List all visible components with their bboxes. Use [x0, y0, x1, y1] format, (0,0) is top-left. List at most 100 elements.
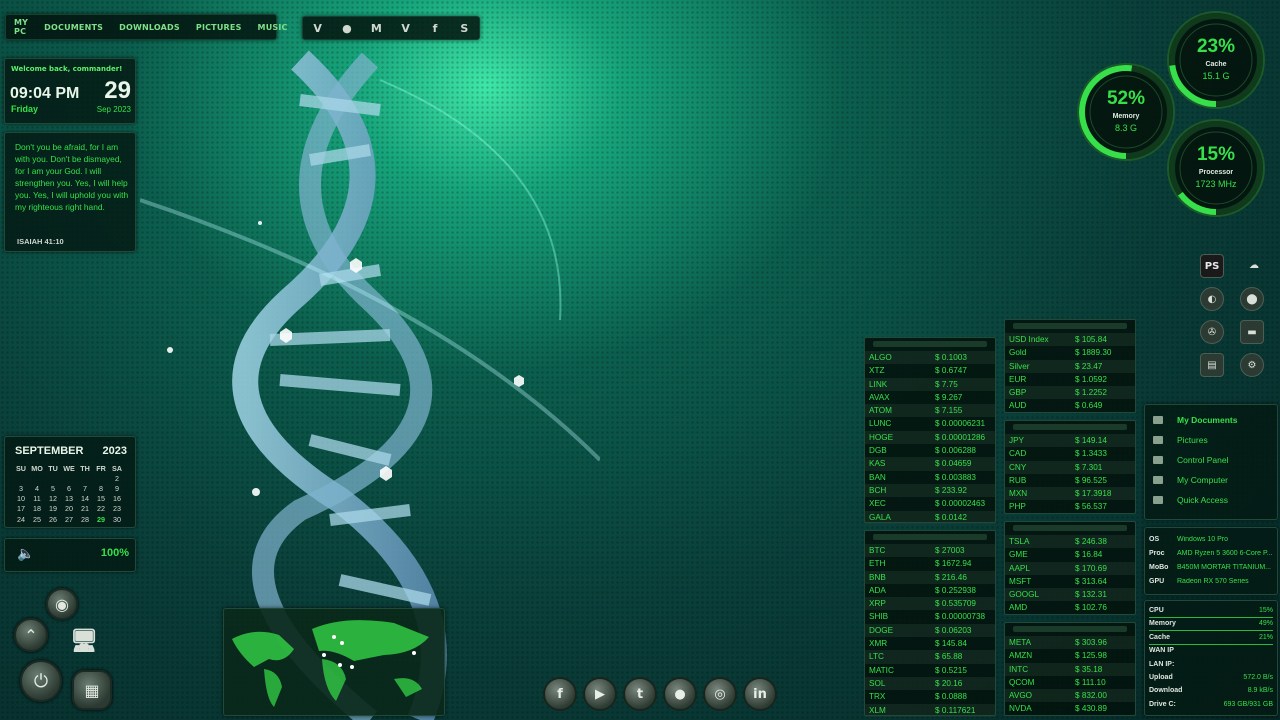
nav-pictures[interactable]: PICTURES: [188, 23, 250, 32]
calendar-day[interactable]: 20: [61, 504, 77, 514]
calendar-day[interactable]: [61, 473, 77, 483]
ticker-value: $ 65.88: [935, 652, 963, 662]
nav-my-pc[interactable]: MY PC: [6, 18, 36, 36]
ticker-row: XMR $ 145.84: [865, 637, 995, 650]
ticker-value: $ 0.04659: [935, 459, 972, 469]
calendar-day[interactable]: 2: [109, 473, 125, 483]
calendar-day[interactable]: 29: [93, 514, 109, 524]
calendar-day[interactable]: 24: [13, 514, 29, 524]
calendar-day[interactable]: 3: [13, 483, 29, 493]
speaker-icon[interactable]: 🔈: [17, 546, 34, 562]
twitter-icon[interactable]: t: [623, 677, 657, 711]
ticker-row: BCH $ 233.92: [865, 483, 995, 498]
calendar-day[interactable]: 16: [109, 494, 125, 504]
keyboard-icon[interactable]: ▦: [72, 670, 112, 710]
stocks-ticker-1: TSLA $ 246.38 GME $ 16.84 AAPL $ 170.69 MSFT $ …: [1004, 521, 1136, 615]
calendar-day[interactable]: 21: [77, 504, 93, 514]
calendar-day[interactable]: [13, 473, 29, 483]
youtube-icon[interactable]: ▶: [583, 677, 617, 711]
calendar-day[interactable]: 9: [109, 483, 125, 493]
ticker-value: $ 430.89: [1075, 704, 1107, 714]
quick-link-my-computer[interactable]: My Computer: [1153, 475, 1228, 485]
facebook-icon[interactable]: f: [543, 677, 577, 711]
calendar-day[interactable]: 15: [93, 494, 109, 504]
ticker-value: $ 313.64: [1075, 576, 1107, 586]
calendar-day[interactable]: 26: [45, 514, 61, 524]
volume-widget[interactable]: 🔈 100%: [4, 538, 136, 572]
nav-music[interactable]: MUSIC: [250, 23, 296, 32]
ticker-row: AUD $ 0.649: [1005, 399, 1135, 412]
vine-icon[interactable]: V: [398, 22, 414, 35]
netinfo-value: 21%: [1258, 633, 1273, 641]
calendar-day[interactable]: 22: [93, 504, 109, 514]
calendar-day[interactable]: 23: [109, 504, 125, 514]
steam-icon[interactable]: ⚙: [1240, 353, 1264, 377]
calendar-day[interactable]: [29, 473, 45, 483]
notes-icon[interactable]: ▤: [1200, 353, 1224, 377]
calendar-day[interactable]: [93, 473, 109, 483]
calendar-day[interactable]: 6: [61, 483, 77, 493]
ticker-symbol: AMZN: [1009, 651, 1033, 661]
nav-documents[interactable]: DOCUMENTS: [36, 23, 111, 32]
reddit-icon[interactable]: ●: [663, 677, 697, 711]
calendar-day[interactable]: 14: [77, 494, 93, 504]
ticker-header-bar: [1013, 323, 1127, 329]
facebook-icon[interactable]: f: [427, 22, 443, 35]
hard-drive-icon[interactable]: ▬: [1240, 320, 1264, 344]
calendar-day[interactable]: 18: [29, 504, 45, 514]
calendar-day[interactable]: [45, 473, 61, 483]
calendar-day[interactable]: 19: [45, 504, 61, 514]
ticker-value: $ 145.84: [935, 639, 967, 649]
calendar-day[interactable]: 4: [29, 483, 45, 493]
weekday-header: FR: [96, 463, 106, 473]
quick-link-quick-access[interactable]: Quick Access: [1153, 495, 1228, 505]
calendar-day[interactable]: 13: [61, 494, 77, 504]
currency-ticker: JPY $ 149.14 CAD $ 1.3433 CNY $ 7.301 RUB $ 96.…: [1004, 420, 1136, 514]
quick-link-control-panel[interactable]: Control Panel: [1153, 455, 1229, 465]
vimeo-icon[interactable]: V: [310, 22, 326, 35]
calendar-day[interactable]: 12: [45, 494, 61, 504]
quick-link-my-documents[interactable]: My Documents: [1153, 415, 1237, 425]
nav-downloads[interactable]: DOWNLOADS: [111, 23, 188, 32]
calendar-day[interactable]: 27: [61, 514, 77, 524]
calendar-day[interactable]: 5: [45, 483, 61, 493]
clock-time: 09:04 PM: [10, 85, 80, 102]
ticker-symbol: MATIC: [869, 665, 894, 675]
fan-icon[interactable]: ✇: [1200, 320, 1224, 344]
calendar-day[interactable]: 17: [13, 504, 29, 514]
quick-link-pictures[interactable]: Pictures: [1153, 435, 1208, 445]
netinfo-row: Cache 21%: [1149, 634, 1273, 641]
cursor-icon[interactable]: ⬤: [1240, 287, 1264, 311]
calendar-day[interactable]: 8: [93, 483, 109, 493]
calendar-day[interactable]: 10: [13, 494, 29, 504]
instagram-icon[interactable]: ◎: [703, 677, 737, 711]
ticker-row: Gold $ 1889.30: [1005, 346, 1135, 359]
calendar-day[interactable]: 7: [77, 483, 93, 493]
ticker-symbol: BAN: [869, 472, 886, 482]
ticker-header-bar: [873, 341, 987, 347]
ticker-row: NVDA $ 430.89: [1005, 702, 1135, 715]
photoshop-icon[interactable]: PS: [1200, 254, 1224, 278]
blender-icon[interactable]: ◐: [1200, 287, 1224, 311]
skype-icon[interactable]: S: [456, 22, 472, 35]
power-icon[interactable]: ⏻: [20, 660, 62, 702]
arrow-up-icon[interactable]: ⌃: [14, 618, 48, 652]
ticker-value: $ 0.00001286: [935, 432, 986, 442]
ticker-value: $ 1.3433: [1075, 449, 1107, 459]
reddit-icon[interactable]: ●: [339, 22, 355, 35]
ticker-header-bar: [1013, 525, 1127, 531]
cloud-rocket-icon[interactable]: ☁: [1240, 254, 1268, 276]
calendar-day[interactable]: [77, 473, 93, 483]
calendar-day[interactable]: 30: [109, 514, 125, 524]
gmail-icon[interactable]: M: [368, 22, 384, 35]
ticker-value: $ 7.155: [935, 406, 963, 416]
linkedin-icon[interactable]: in: [743, 677, 777, 711]
calendar-day[interactable]: 11: [29, 494, 45, 504]
calendar-day[interactable]: 28: [77, 514, 93, 524]
verse-reference: ISAIAH 41:10: [17, 237, 64, 246]
calendar-day[interactable]: 25: [29, 514, 45, 524]
settings-orb-icon[interactable]: ◉: [46, 588, 78, 620]
ticker-symbol: QCOM: [1009, 677, 1035, 687]
computer-icon[interactable]: 🖥: [66, 624, 102, 658]
commodities-ticker: USD Index $ 105.84 Gold $ 1889.30 Silver $ 23…: [1004, 319, 1136, 413]
